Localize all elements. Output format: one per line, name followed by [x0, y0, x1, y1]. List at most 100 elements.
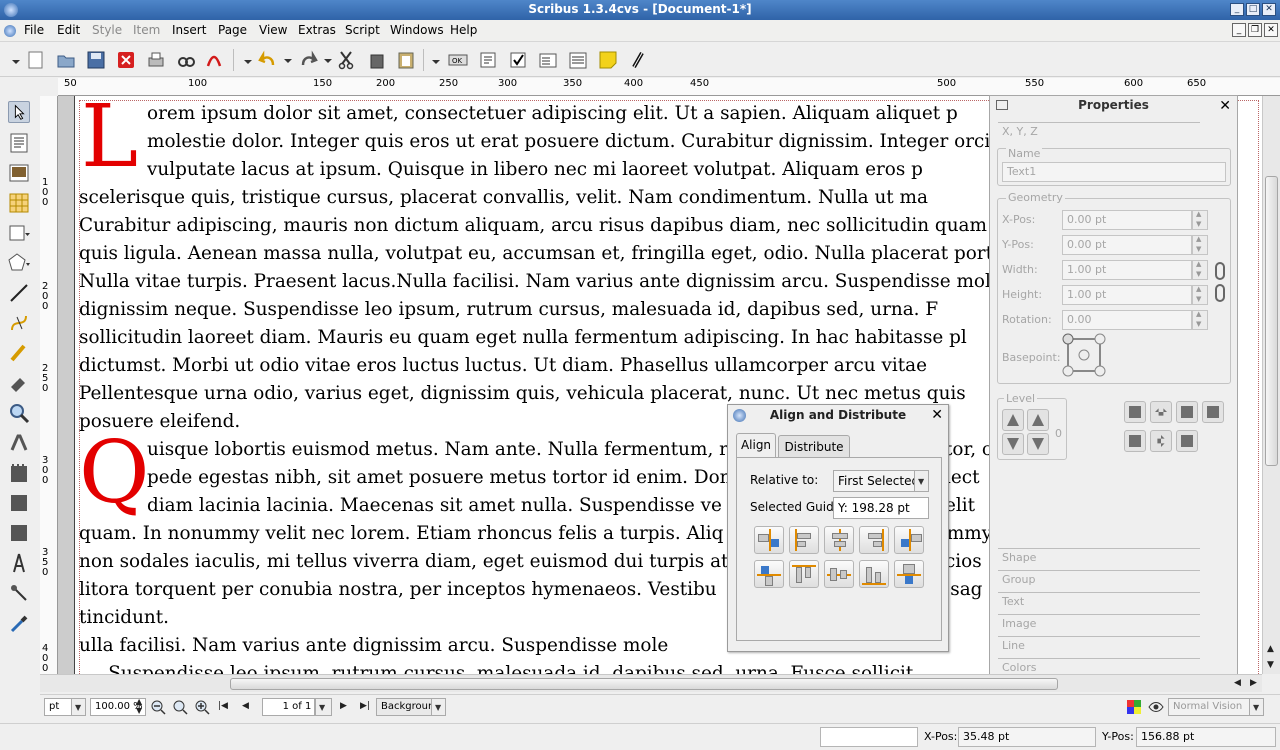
section-group-tab[interactable]: Group [998, 570, 1230, 590]
next-page-icon[interactable]: ▶ [340, 701, 347, 711]
cut-icon[interactable] [336, 50, 356, 70]
print-icon[interactable] [146, 50, 166, 70]
undo-icon[interactable] [258, 50, 278, 70]
pdf-combobox-icon[interactable] [538, 50, 558, 70]
close-icon[interactable] [116, 50, 136, 70]
link-annotation-icon[interactable] [628, 50, 648, 70]
section-image-tab[interactable]: Image [998, 614, 1230, 634]
line-icon[interactable] [8, 282, 30, 304]
scroll-left-icon[interactable]: ◀ [1234, 678, 1241, 688]
zoom-icon[interactable] [8, 402, 30, 424]
polygon-icon[interactable] [8, 252, 30, 274]
flip-horizontal-icon[interactable] [1124, 401, 1146, 423]
tab-distribute[interactable]: Distribute [778, 435, 850, 457]
lower-icon[interactable] [1027, 433, 1049, 455]
text-annotation-icon[interactable] [598, 50, 618, 70]
chevron-down-icon[interactable] [1249, 699, 1263, 716]
mdi-minimize-button[interactable]: _ [1232, 23, 1246, 37]
copy-icon[interactable] [368, 50, 388, 70]
previous-page-icon[interactable]: ◀ [242, 701, 249, 711]
link-frames-icon[interactable] [8, 462, 30, 484]
chevron-down-icon[interactable] [315, 699, 331, 716]
chain-link-icon[interactable] [1214, 259, 1226, 305]
zoom-100-icon[interactable] [172, 699, 188, 715]
close-window-button[interactable]: ✕ [1262, 3, 1276, 16]
scroll-down-icon[interactable]: ▼ [1267, 660, 1274, 670]
pdf-listbox-icon[interactable] [568, 50, 588, 70]
section-text-tab[interactable]: Text [998, 592, 1230, 612]
horizontal-ruler[interactable]: 50 100 150 200 250 300 350 400 450 500 5… [58, 78, 1280, 96]
open-icon[interactable] [56, 50, 76, 70]
raise-to-top-icon[interactable] [1002, 409, 1024, 431]
maximize-button[interactable]: □ [1246, 3, 1260, 16]
rotate-icon[interactable] [8, 372, 30, 394]
no-print-icon[interactable] [1176, 430, 1198, 452]
tab-align[interactable]: Align [736, 433, 776, 457]
scribus-menu-icon[interactable] [4, 25, 16, 37]
align-dialog-close-icon[interactable]: ✕ [931, 407, 943, 423]
image-frame-icon[interactable] [8, 162, 30, 184]
pdf-icon[interactable] [204, 50, 224, 70]
align-bottom-out-icon[interactable] [754, 560, 784, 588]
preflight-icon[interactable] [176, 50, 196, 70]
height-spinner[interactable] [1192, 285, 1208, 305]
scroll-right-icon[interactable]: ▶ [1250, 678, 1257, 688]
toolbar-handle-icon-3[interactable] [426, 50, 446, 70]
table-icon[interactable] [8, 192, 30, 214]
menu-page[interactable]: Page [218, 23, 247, 37]
zoom-spinner-icon[interactable]: ▲ ▼ [136, 697, 142, 715]
pdf-checkbox-icon[interactable] [508, 50, 528, 70]
section-xyz-tab[interactable]: X, Y, Z [998, 122, 1230, 142]
flip-vertical-arrows-icon[interactable] [1150, 430, 1172, 452]
chevron-down-icon[interactable] [71, 699, 85, 716]
menu-file[interactable]: File [24, 23, 44, 37]
first-page-icon[interactable]: |◀ [218, 701, 228, 711]
align-left-out-icon[interactable] [894, 526, 924, 554]
menu-windows[interactable]: Windows [390, 23, 444, 37]
relative-to-select[interactable]: First Selected [833, 470, 929, 492]
copy-properties-icon[interactable] [8, 552, 30, 574]
minimize-button[interactable]: _ [1230, 3, 1244, 16]
vertical-ruler[interactable]: 100 200 250 300 350 400 [40, 96, 58, 674]
last-page-icon[interactable]: ▶| [360, 701, 370, 711]
vision-select[interactable]: Normal Vision [1168, 698, 1264, 716]
shape-icon[interactable] [8, 222, 30, 244]
align-bottom-icon[interactable] [859, 560, 889, 588]
lock-icon[interactable] [1176, 401, 1198, 423]
width-field[interactable]: 1.00 pt [1062, 260, 1192, 280]
basepoint-selector-icon[interactable] [1062, 333, 1106, 377]
text-frame-icon[interactable] [8, 132, 30, 154]
redo-icon[interactable] [298, 50, 318, 70]
preview-eye-icon[interactable] [1148, 699, 1164, 715]
align-top-icon[interactable] [789, 560, 819, 588]
unit-select[interactable]: pt [44, 698, 86, 716]
scroll-up-icon[interactable]: ▲ [1267, 644, 1274, 654]
align-center-horizontal-icon[interactable] [824, 526, 854, 554]
align-top-out-icon[interactable] [894, 560, 924, 588]
align-center-vertical-icon[interactable] [824, 560, 854, 588]
mdi-close-button[interactable]: ✕ [1264, 23, 1278, 37]
menu-item[interactable]: Item [133, 23, 160, 37]
measurements-icon[interactable] [8, 522, 30, 544]
align-left-icon[interactable] [789, 526, 819, 554]
chevron-down-icon[interactable] [914, 471, 928, 492]
ypos-field[interactable]: 0.00 pt [1062, 235, 1192, 255]
zoom-out-icon[interactable] [150, 699, 166, 715]
save-icon[interactable] [86, 50, 106, 70]
unlink-frames-icon[interactable] [8, 492, 30, 514]
properties-close-icon[interactable]: ✕ [1219, 98, 1231, 114]
vertical-scrollbar[interactable]: ▲ ▼ [1262, 96, 1280, 674]
menu-help[interactable]: Help [450, 23, 477, 37]
width-spinner[interactable] [1192, 260, 1208, 280]
horizontal-scrollbar[interactable]: ◀ ▶ [40, 674, 1262, 692]
layer-select[interactable]: Background [376, 698, 446, 716]
flip-arrows-icon[interactable] [1150, 401, 1172, 423]
mdi-restore-button[interactable]: ❐ [1248, 23, 1262, 37]
rotation-spinner[interactable] [1192, 310, 1208, 330]
color-management-icon[interactable] [1126, 699, 1142, 715]
ypos-spinner[interactable] [1192, 235, 1208, 255]
lock-size-icon[interactable] [1202, 401, 1224, 423]
menu-style[interactable]: Style [92, 23, 122, 37]
xpos-field[interactable]: 0.00 pt [1062, 210, 1192, 230]
select-item-icon[interactable] [8, 101, 30, 123]
